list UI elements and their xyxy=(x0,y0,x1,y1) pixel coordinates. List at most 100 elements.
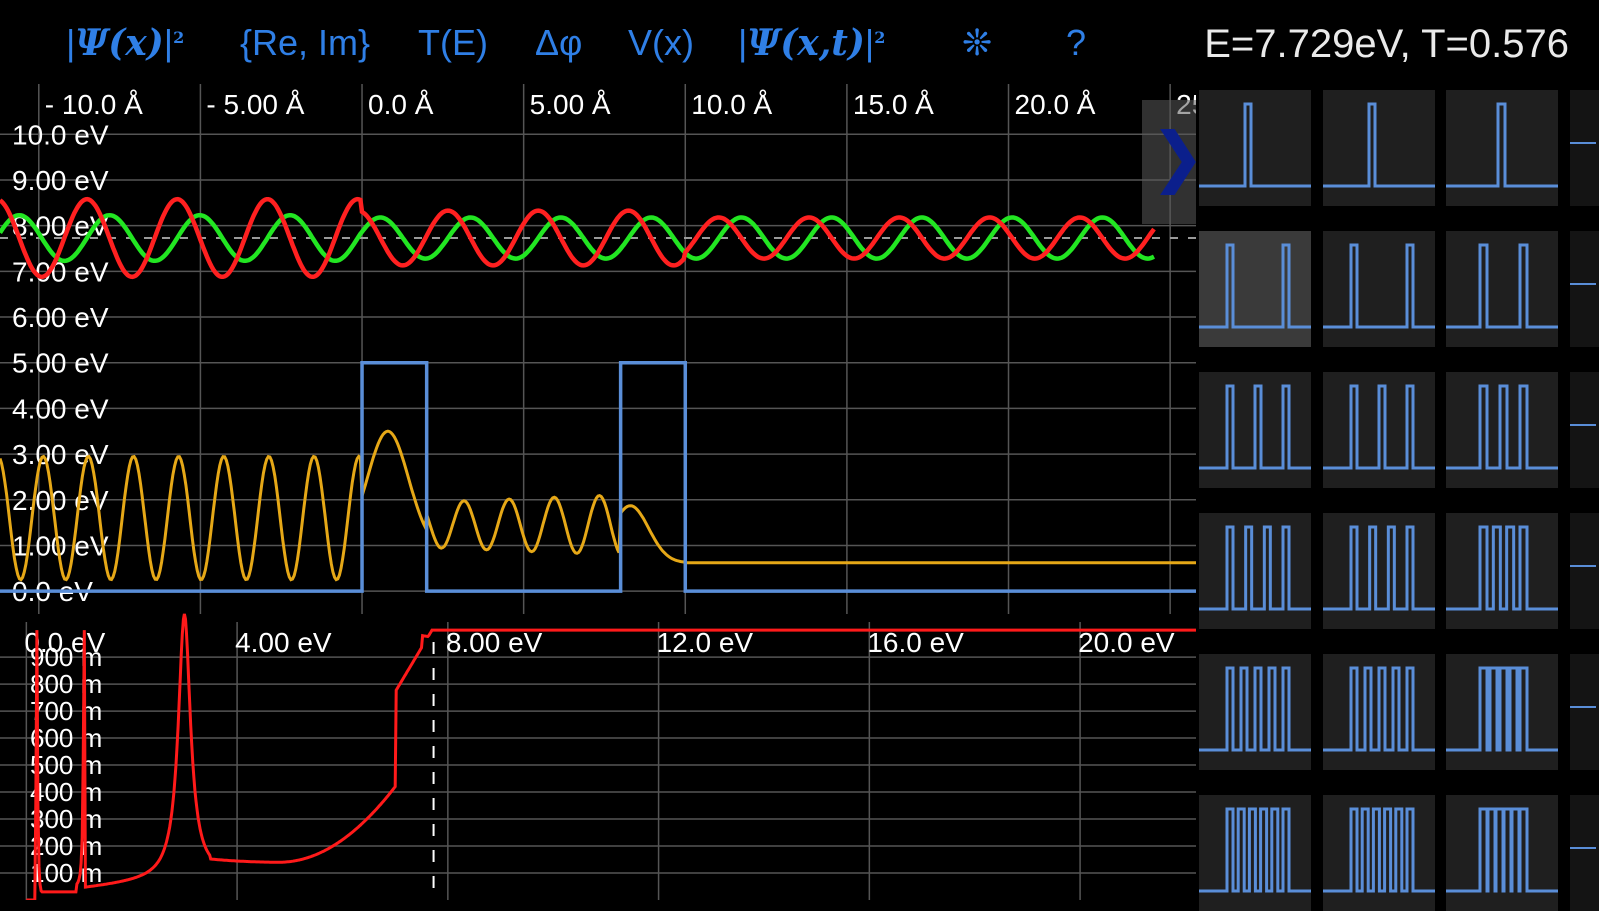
wave-x-tick-label: 5.00 Å xyxy=(530,89,611,120)
preset-row-strip xyxy=(1570,513,1599,629)
barrier-icon xyxy=(1199,243,1311,329)
barrier-icon xyxy=(1446,243,1558,329)
preset-tile[interactable] xyxy=(1323,90,1435,206)
t-x-tick-label: 4.00 eV xyxy=(235,627,332,658)
barrier-icon xyxy=(1323,384,1435,470)
barrier-icon-path xyxy=(1446,807,1558,893)
psi-xt-symbol: Ψ(x,t) xyxy=(747,22,865,64)
preset-tile[interactable] xyxy=(1199,513,1311,629)
preset-tile[interactable] xyxy=(1199,90,1311,206)
t-y-tick-label: 200 m xyxy=(30,831,102,861)
t-x-tick-label: 8.00 eV xyxy=(446,627,543,658)
preset-tile[interactable] xyxy=(1199,372,1311,488)
psi-xt-squared-button[interactable]: |Ψ(x,t)|2 xyxy=(738,22,885,64)
preset-row-indicator xyxy=(1570,565,1596,567)
t-y-tick-label: 800 m xyxy=(30,669,102,699)
wave-y-tick-label: 6.00 eV xyxy=(12,302,109,333)
preset-row-indicator xyxy=(1570,142,1596,144)
barrier-icon-path xyxy=(1199,666,1311,752)
barrier-icon-path xyxy=(1199,384,1311,470)
preset-tile[interactable] xyxy=(1199,795,1311,911)
wave-x-tick-label: 20.0 Å xyxy=(1015,89,1096,120)
preset-tile[interactable] xyxy=(1199,231,1311,347)
preset-tile[interactable] xyxy=(1323,795,1435,911)
phase-button[interactable]: Δφ xyxy=(535,22,582,64)
preset-row-strip xyxy=(1570,795,1599,911)
toolbar: |Ψ(x)|2 {Re, Im} T(E) Δφ V(x) |Ψ(x,t)|2 … xyxy=(0,0,1599,84)
barrier-icon xyxy=(1199,384,1311,470)
preset-tile[interactable] xyxy=(1446,513,1558,629)
barrier-icon xyxy=(1323,525,1435,611)
psi-x-bar-left: | xyxy=(66,22,76,63)
barrier-icon-path xyxy=(1446,525,1558,611)
preset-tile[interactable] xyxy=(1446,654,1558,770)
preset-panel xyxy=(1196,84,1599,911)
barrier-icon xyxy=(1323,807,1435,893)
t-y-tick-label: 700 m xyxy=(30,696,102,726)
wave-y-tick-label: 4.00 eV xyxy=(12,393,109,424)
re-im-button[interactable]: {Re, Im} xyxy=(240,22,370,64)
barrier-icon xyxy=(1199,666,1311,752)
barrier-icon xyxy=(1323,666,1435,752)
psi-x-squared-button[interactable]: |Ψ(x)|2 xyxy=(66,22,184,64)
barrier-icon-path xyxy=(1446,384,1558,470)
barrier-icon-path xyxy=(1199,525,1311,611)
barrier-icon xyxy=(1446,807,1558,893)
barrier-icon xyxy=(1323,102,1435,188)
wave-y-tick-label: 10.0 eV xyxy=(12,119,109,150)
psi-x-exponent: 2 xyxy=(173,28,185,47)
barrier-icon-path xyxy=(1323,525,1435,611)
barrier-icon xyxy=(1199,102,1311,188)
t-x-tick-label: 16.0 eV xyxy=(867,627,964,658)
barrier-icon-path xyxy=(1199,807,1311,893)
barrier-icon xyxy=(1446,384,1558,470)
barrier-icon xyxy=(1323,243,1435,329)
preset-row-indicator xyxy=(1570,424,1596,426)
wave-x-tick-label: 15.0 Å xyxy=(853,89,934,120)
barrier-icon xyxy=(1446,666,1558,752)
barrier-icon-path xyxy=(1323,102,1435,188)
barrier-icon-path xyxy=(1323,243,1435,329)
barrier-icon-path xyxy=(1446,243,1558,329)
t-x-tick-label: 12.0 eV xyxy=(657,627,754,658)
preset-tile[interactable] xyxy=(1446,90,1558,206)
barrier-icon-path xyxy=(1199,243,1311,329)
preset-tile[interactable] xyxy=(1446,372,1558,488)
psi-x-symbol: Ψ(x) xyxy=(75,22,164,64)
settings-icon[interactable]: ❊ xyxy=(962,22,992,64)
preset-tile[interactable] xyxy=(1446,795,1558,911)
preset-tile[interactable] xyxy=(1446,231,1558,347)
barrier-icon-path xyxy=(1323,666,1435,752)
energy-drag-handle[interactable]: ❯ xyxy=(1142,100,1196,224)
preset-row-indicator xyxy=(1570,283,1596,285)
preset-tile[interactable] xyxy=(1323,231,1435,347)
barrier-icon-path xyxy=(1446,666,1558,752)
transmission-button[interactable]: T(E) xyxy=(418,22,488,64)
potential-button[interactable]: V(x) xyxy=(628,22,694,64)
t-y-tick-label: 500 m xyxy=(30,750,102,780)
psi-xt-bar-right: | xyxy=(864,22,875,63)
barrier-icon-path xyxy=(1323,807,1435,893)
barrier-icon-path xyxy=(1323,384,1435,470)
preset-tile[interactable] xyxy=(1323,513,1435,629)
preset-row-strip xyxy=(1570,372,1599,488)
plots-area[interactable]: - 10.0 Å - 5.00 Å 0.0 Å 5.00 Å 10.0 Å 15.0 Å 2… xyxy=(0,84,1196,900)
barrier-icon xyxy=(1199,525,1311,611)
barrier-icon xyxy=(1199,807,1311,893)
barrier-icon xyxy=(1446,102,1558,188)
wave-y-tick-label: 3.00 eV xyxy=(12,439,109,470)
preset-tile[interactable] xyxy=(1199,654,1311,770)
preset-tile[interactable] xyxy=(1323,372,1435,488)
preset-tile[interactable] xyxy=(1323,654,1435,770)
psi-xt-exponent: 2 xyxy=(874,28,886,47)
help-button[interactable]: ? xyxy=(1066,22,1086,64)
barrier-icon-path xyxy=(1446,102,1558,188)
wave-y-tick-labels: 10.0 eV9.00 eV8.00 eV7.00 eV6.00 eV5.00 … xyxy=(12,119,109,607)
wave-y-tick-label: 5.00 eV xyxy=(12,348,109,379)
wave-x-tick-label: - 10.0 Å xyxy=(45,89,143,120)
wave-y-tick-label: 9.00 eV xyxy=(12,165,109,196)
preset-row-strip xyxy=(1570,231,1599,347)
psi-x-bar-right: | xyxy=(163,22,174,63)
chevron-right-icon: ❯ xyxy=(1150,118,1196,195)
transmission-y-tick-labels: 900 m800 m700 m600 m500 m400 m300 m200 m… xyxy=(30,642,102,888)
